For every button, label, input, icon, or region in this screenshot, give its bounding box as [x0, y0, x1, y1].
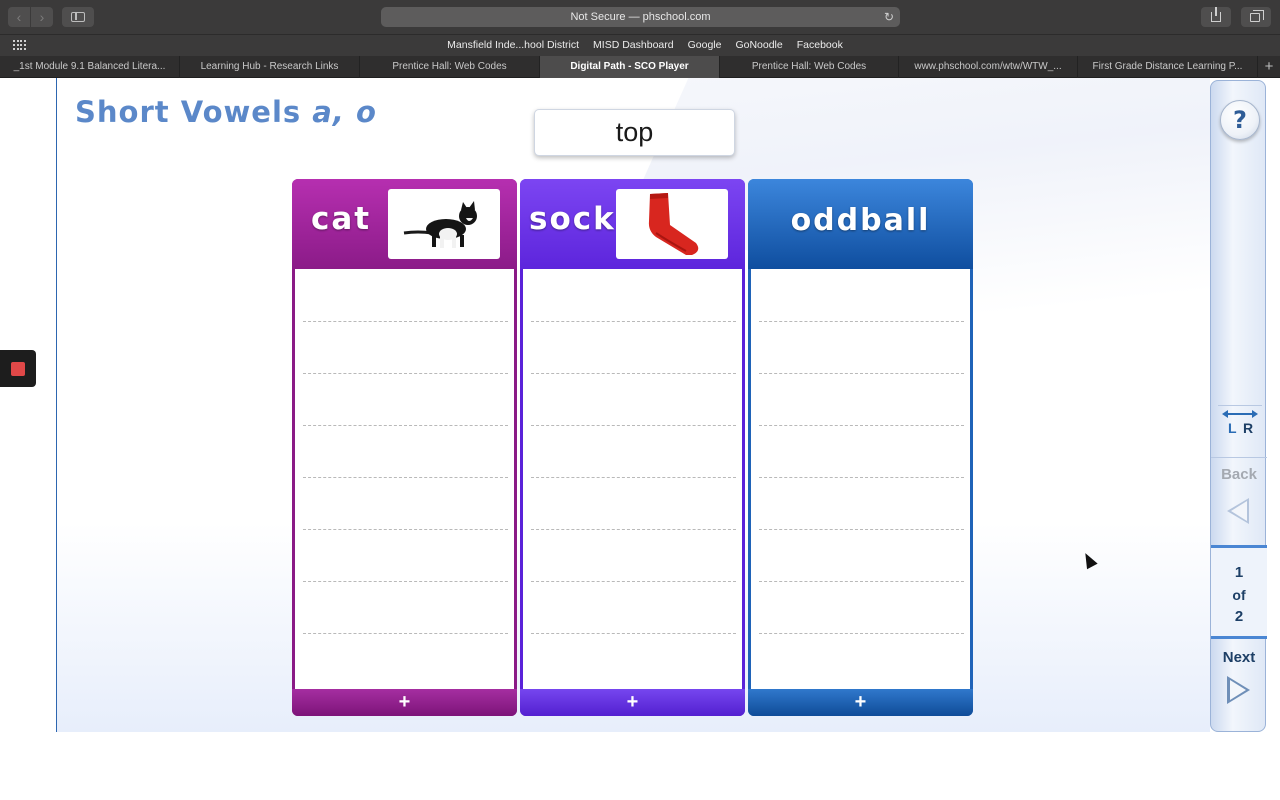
dashed-line	[531, 477, 736, 478]
title-vowels: a, o	[312, 95, 377, 129]
sort-column-sock[interactable]: sock +	[520, 179, 745, 716]
address-text: Not Secure — phschool.com	[570, 11, 711, 23]
dashed-line	[759, 425, 964, 426]
column-drop-area[interactable]	[523, 269, 742, 689]
sock-picture	[616, 189, 728, 259]
bookmark-item[interactable]: Mansfield Inde...hool District	[447, 35, 579, 57]
browser-toolbar: ‹ › Not Secure — phschool.com ↻	[0, 0, 1280, 34]
title-main: Short Vowels	[75, 95, 302, 129]
share-icon	[1211, 7, 1221, 22]
show-tabs-button[interactable]	[1241, 7, 1271, 27]
browser-tab[interactable]: Prentice Hall: Web Codes	[720, 56, 899, 78]
browser-tab-active[interactable]: Digital Path - SCO Player	[540, 56, 720, 78]
next-label: Next	[1222, 649, 1256, 666]
activity-stage: Short Vowels a, o top cat + sock + oddba…	[56, 78, 1210, 732]
cat-picture	[388, 189, 500, 259]
sidebar-icon	[71, 12, 85, 22]
dashed-line	[303, 477, 508, 478]
sort-column-cat[interactable]: cat +	[292, 179, 517, 716]
dashed-line	[759, 373, 964, 374]
dashed-line	[303, 373, 508, 374]
column-header: sock	[520, 179, 745, 269]
lesson-title: Short Vowels a, o	[75, 95, 377, 129]
page-total: 2	[1234, 608, 1244, 625]
bookmark-item[interactable]: GoNoodle	[735, 35, 782, 57]
dashed-line	[759, 321, 964, 322]
browser-tab[interactable]: Prentice Hall: Web Codes	[360, 56, 540, 78]
direction-left-label: L	[1228, 420, 1237, 436]
page-content: Short Vowels a, o top cat + sock + oddba…	[0, 78, 1280, 800]
tabs-overview-icon	[1250, 10, 1264, 22]
browser-tab[interactable]: First Grade Distance Learning P...	[1078, 56, 1258, 78]
add-word-button[interactable]: +	[520, 689, 745, 716]
dashed-line	[303, 581, 508, 582]
next-button[interactable]: Next	[1211, 646, 1267, 726]
dashed-line	[759, 477, 964, 478]
column-drop-area[interactable]	[751, 269, 970, 689]
address-bar[interactable]: Not Secure — phschool.com ↻	[381, 7, 900, 27]
word-card[interactable]: top	[534, 109, 735, 156]
column-label: cat	[311, 201, 372, 237]
dashed-line	[303, 529, 508, 530]
bookmark-item[interactable]: Facebook	[797, 35, 843, 57]
back-button[interactable]: Back	[1211, 457, 1267, 539]
page-indicator: 1 of 2	[1211, 545, 1267, 639]
dashed-line	[759, 633, 964, 634]
direction-right-label: R	[1243, 420, 1254, 436]
page-current: 1	[1234, 564, 1244, 581]
dashed-line	[531, 373, 736, 374]
dashed-line	[531, 581, 736, 582]
add-word-button[interactable]: +	[748, 689, 973, 716]
triangle-right-icon	[1227, 676, 1250, 704]
bookmark-item[interactable]: MISD Dashboard	[593, 35, 674, 57]
dashed-line	[531, 425, 736, 426]
dashed-line	[759, 529, 964, 530]
stop-square-icon	[11, 362, 25, 376]
dashed-line	[303, 321, 508, 322]
back-label: Back	[1221, 466, 1257, 483]
left-right-arrow-icon	[1222, 410, 1258, 418]
browser-tab[interactable]: _1st Module 9.1 Balanced Litera...	[0, 56, 180, 78]
navigation-panel: ? L R Back 1 of 2 Next	[1210, 80, 1267, 732]
column-drop-area[interactable]	[295, 269, 514, 689]
back-nav-button[interactable]: ‹	[8, 7, 30, 27]
left-right-toggle[interactable]: L R	[1218, 405, 1262, 439]
dashed-line	[759, 581, 964, 582]
sidebar-toggle-button[interactable]	[62, 7, 94, 27]
browser-tab[interactable]: Learning Hub - Research Links	[180, 56, 360, 78]
sock-icon	[648, 193, 699, 255]
dashed-line	[531, 529, 736, 530]
add-word-button[interactable]: +	[292, 689, 517, 716]
bookmarks-bar: Mansfield Inde...hool District MISD Dash…	[0, 34, 1280, 56]
reload-icon[interactable]: ↻	[884, 7, 894, 27]
sort-column-oddball[interactable]: oddball +	[748, 179, 973, 716]
share-button[interactable]	[1201, 7, 1231, 27]
column-header: cat	[292, 179, 517, 269]
browser-tab[interactable]: www.phschool.com/wtw/WTW_...	[899, 56, 1078, 78]
triangle-left-icon	[1227, 498, 1249, 524]
dashed-line	[531, 321, 736, 322]
dashed-line	[303, 633, 508, 634]
cat-icon	[403, 201, 477, 248]
column-label: sock	[529, 201, 616, 237]
page-of: of	[1232, 587, 1246, 603]
dashed-line	[531, 633, 736, 634]
dashed-line	[303, 425, 508, 426]
column-label: oddball	[790, 203, 931, 238]
stop-recording-button[interactable]	[0, 350, 36, 387]
new-tab-button[interactable]: +	[1258, 56, 1280, 78]
bookmark-item[interactable]: Google	[688, 35, 722, 57]
forward-nav-button[interactable]: ›	[31, 7, 53, 27]
help-button[interactable]: ?	[1220, 100, 1260, 140]
column-header: oddball	[748, 179, 973, 269]
tab-bar: _1st Module 9.1 Balanced Litera... Learn…	[0, 56, 1280, 78]
